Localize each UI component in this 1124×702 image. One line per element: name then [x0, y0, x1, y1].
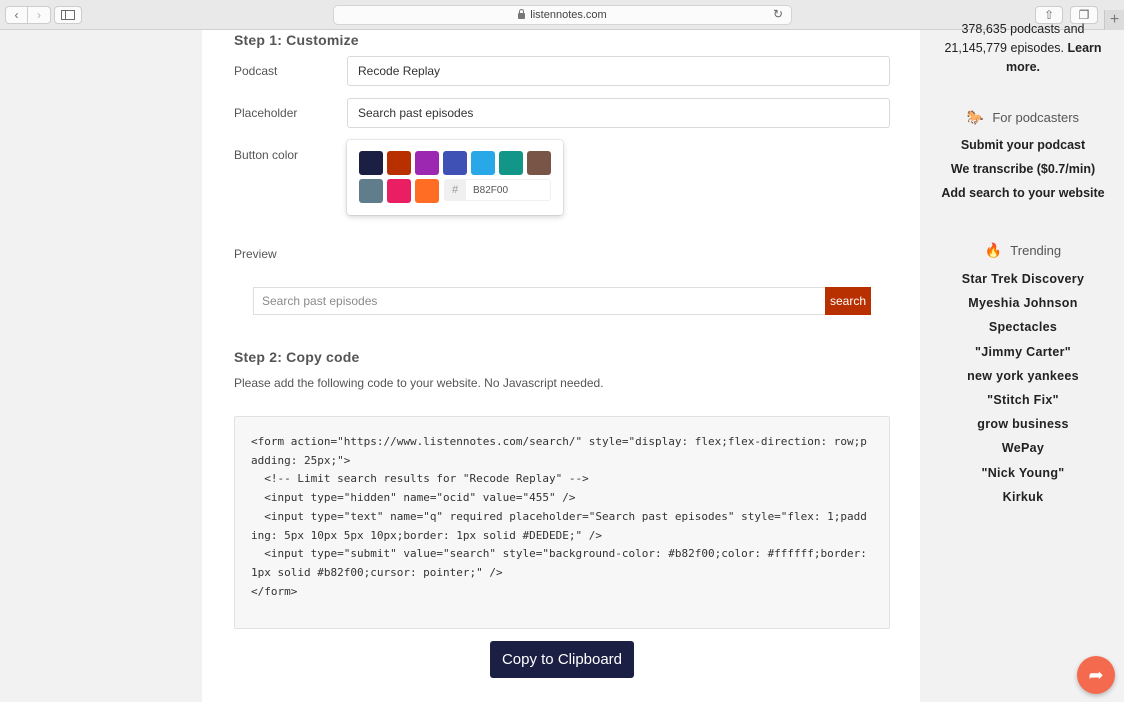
- trending-heading: 🔥 Trending: [922, 242, 1124, 259]
- share-icon: ⇧: [1043, 8, 1055, 22]
- tabs-icon: ❐: [1078, 8, 1090, 22]
- podcaster-link[interactable]: Submit your podcast: [922, 138, 1124, 152]
- main-panel: Step 1: Customize Podcast Placeholder Bu…: [202, 30, 920, 702]
- nav-buttons: ‹ ›: [5, 6, 51, 24]
- color-swatch[interactable]: [359, 151, 383, 175]
- preview-search-input[interactable]: [253, 287, 826, 315]
- placeholder-label: Placeholder: [234, 106, 298, 120]
- trending-item[interactable]: WePay: [922, 441, 1124, 455]
- sidebar-toggle-button[interactable]: [54, 6, 82, 24]
- back-icon: ‹: [14, 8, 19, 22]
- forward-button[interactable]: ›: [28, 6, 51, 24]
- preview-label: Preview: [234, 247, 277, 261]
- fire-icon: 🔥: [984, 242, 1003, 258]
- hex-color-input[interactable]: [466, 179, 551, 201]
- lock-icon: [518, 9, 526, 19]
- trending-item[interactable]: "Stitch Fix": [922, 393, 1124, 407]
- color-swatch[interactable]: [387, 151, 411, 175]
- url-text: listennotes.com: [530, 9, 607, 21]
- learn-more-link[interactable]: Learn: [1067, 41, 1101, 55]
- podcaster-link[interactable]: Add search to your website: [922, 186, 1124, 200]
- trending-item[interactable]: "Jimmy Carter": [922, 345, 1124, 359]
- for-podcasters-title: For podcasters: [992, 110, 1080, 125]
- color-swatch[interactable]: [471, 151, 495, 175]
- color-swatch[interactable]: [527, 151, 551, 175]
- reload-icon[interactable]: ↻: [773, 7, 783, 21]
- stats-text-line2: 21,145,779 episodes. Learn: [922, 41, 1124, 55]
- color-swatch[interactable]: [499, 151, 523, 175]
- trending-item[interactable]: Spectacles: [922, 320, 1124, 334]
- trending-item[interactable]: new york yankees: [922, 369, 1124, 383]
- trending-item[interactable]: Kirkuk: [922, 490, 1124, 504]
- podcast-input[interactable]: [347, 56, 890, 86]
- trending-item[interactable]: Myeshia Johnson: [922, 296, 1124, 310]
- copy-to-clipboard-button[interactable]: Copy to Clipboard: [490, 641, 634, 678]
- step1-title: Step 1: Customize: [234, 32, 359, 48]
- placeholder-input[interactable]: [347, 98, 890, 128]
- trending-item[interactable]: Star Trek Discovery: [922, 272, 1124, 286]
- podcast-label: Podcast: [234, 64, 278, 78]
- forward-icon: ›: [37, 8, 41, 22]
- share-arrow-icon: ➦: [1088, 664, 1104, 685]
- color-swatch[interactable]: [415, 151, 439, 175]
- stats-text: 378,635 podcasts and: [961, 22, 1085, 36]
- hash-label: #: [444, 179, 466, 201]
- color-swatch[interactable]: [443, 151, 467, 175]
- sidebar-icon: [61, 10, 75, 20]
- preview-search-button[interactable]: search: [825, 287, 871, 315]
- color-swatch[interactable]: [415, 179, 439, 203]
- share-fab-button[interactable]: ➦: [1077, 656, 1115, 694]
- color-swatch[interactable]: [359, 179, 383, 203]
- address-bar[interactable]: listennotes.com ↻: [333, 5, 792, 25]
- episodes-count: 21,145,779 episodes.: [944, 41, 1064, 55]
- button-color-label: Button color: [234, 148, 299, 162]
- embed-code-block[interactable]: <form action="https://www.listennotes.co…: [234, 416, 890, 629]
- color-swatch[interactable]: [387, 179, 411, 203]
- horse-icon: 🐎: [966, 109, 985, 125]
- step2-title: Step 2: Copy code: [234, 349, 360, 365]
- right-sidebar: 378,635 podcasts and 21,145,779 episodes…: [922, 22, 1124, 702]
- trending-item[interactable]: "Nick Young": [922, 466, 1124, 480]
- color-picker: #: [347, 140, 563, 215]
- for-podcasters-heading: 🐎 For podcasters: [922, 109, 1124, 126]
- learn-more-link-cont[interactable]: more.: [922, 60, 1124, 74]
- step2-description: Please add the following code to your we…: [234, 376, 604, 390]
- trending-item[interactable]: grow business: [922, 417, 1124, 431]
- back-button[interactable]: ‹: [5, 6, 28, 24]
- podcaster-link[interactable]: We transcribe ($0.7/min): [922, 162, 1124, 176]
- trending-title: Trending: [1010, 243, 1062, 258]
